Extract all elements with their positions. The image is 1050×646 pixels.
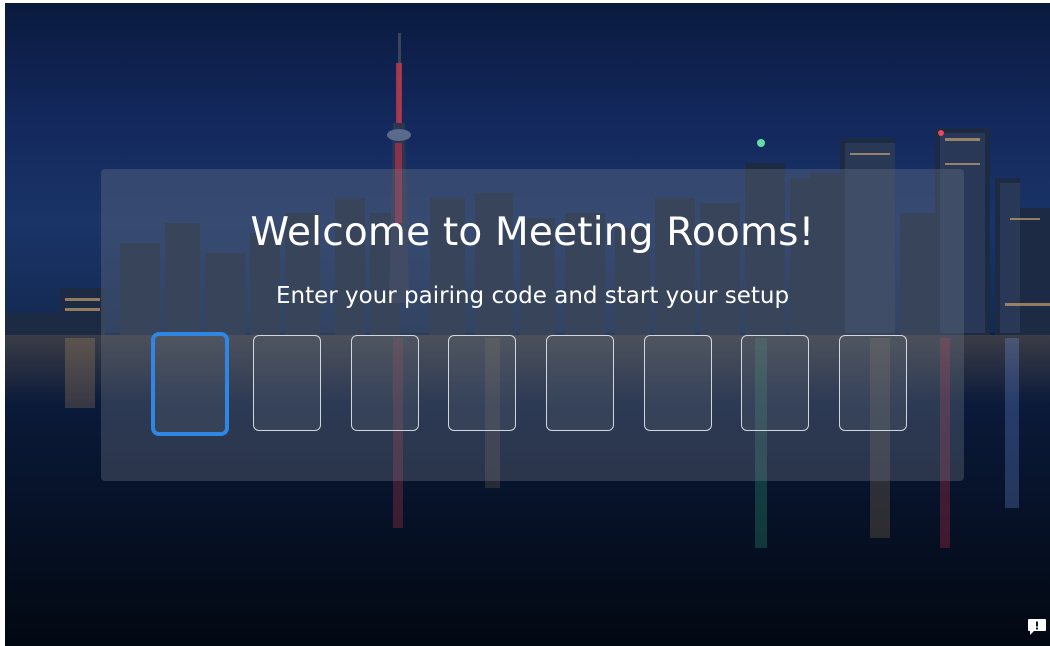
pairing-code-digit-6[interactable] — [644, 335, 712, 431]
background-frame: Welcome to Meeting Rooms! Enter your pai… — [5, 3, 1050, 646]
pairing-code-digit-8[interactable] — [839, 335, 907, 431]
page-title: Welcome to Meeting Rooms! — [250, 210, 815, 255]
page-subtitle: Enter your pairing code and start your s… — [275, 283, 790, 309]
pairing-panel: Welcome to Meeting Rooms! Enter your pai… — [101, 169, 964, 481]
pairing-code-digit-3[interactable] — [351, 335, 419, 431]
pairing-code-digit-2[interactable] — [253, 335, 321, 431]
pairing-code-digit-7[interactable] — [741, 335, 809, 431]
pairing-code-digit-1[interactable] — [151, 332, 229, 436]
feedback-icon[interactable] — [1027, 618, 1047, 636]
pairing-code-digit-4[interactable] — [448, 335, 516, 431]
pairing-code-digit-5[interactable] — [546, 335, 614, 431]
